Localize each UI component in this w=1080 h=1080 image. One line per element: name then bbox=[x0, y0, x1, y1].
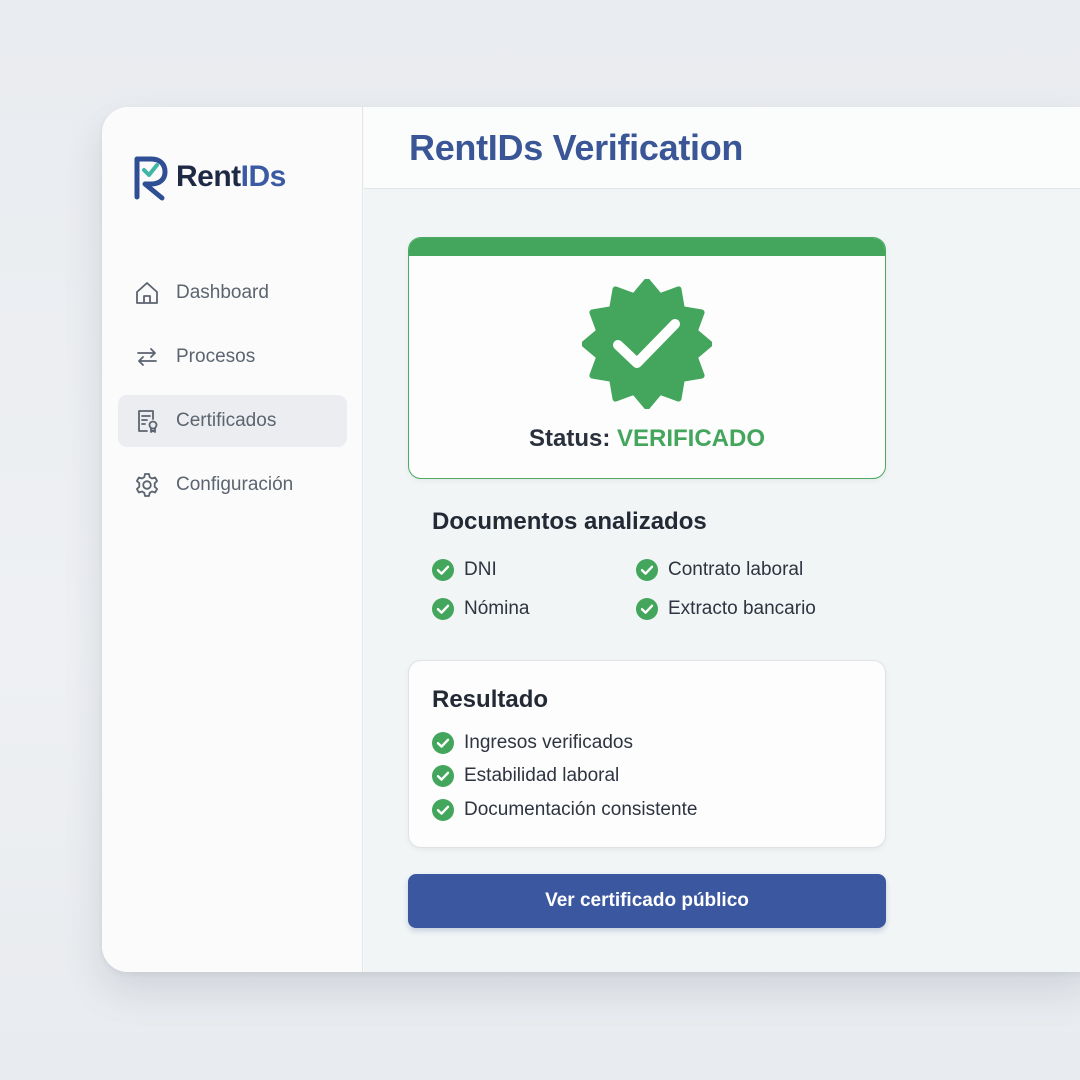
result-item-label: Ingresos verificados bbox=[464, 732, 633, 753]
sidebar-nav: Dashboard Procesos Certificados Configur… bbox=[118, 267, 347, 523]
status-card: Status: VERIFICADO bbox=[408, 237, 886, 479]
status-value: VERIFICADO bbox=[617, 425, 766, 452]
status-line: Status: VERIFICADO bbox=[409, 425, 885, 453]
check-circle-icon bbox=[432, 799, 454, 821]
result-item-label: Documentación consistente bbox=[464, 799, 698, 820]
result-title: Resultado bbox=[432, 686, 549, 713]
document-item-nomina: Nómina bbox=[432, 598, 529, 620]
sidebar-item-configuracion[interactable]: Configuración bbox=[118, 459, 347, 511]
certificate-icon bbox=[133, 407, 161, 435]
main-content: RentIDs Verification Status: VERIFICADO … bbox=[364, 107, 1080, 972]
home-icon bbox=[133, 279, 161, 307]
sidebar-item-label: Dashboard bbox=[176, 282, 269, 303]
brand-logo[interactable]: RentIDs bbox=[132, 153, 286, 201]
sidebar-item-procesos[interactable]: Procesos bbox=[118, 331, 347, 383]
result-item-documentacion: Documentación consistente bbox=[432, 799, 697, 821]
status-card-band bbox=[409, 238, 885, 256]
documents-title: Documentos analizados bbox=[432, 508, 707, 535]
sidebar-item-certificados[interactable]: Certificados bbox=[118, 395, 347, 447]
check-circle-icon bbox=[432, 732, 454, 754]
sidebar-item-label: Configuración bbox=[176, 474, 294, 495]
sidebar-item-label: Certificados bbox=[176, 410, 277, 431]
result-item-ingresos: Ingresos verificados bbox=[432, 732, 633, 754]
check-circle-icon bbox=[432, 765, 454, 787]
document-item-dni: DNI bbox=[432, 559, 497, 581]
document-item-label: DNI bbox=[464, 559, 497, 580]
document-item-extracto: Extracto bancario bbox=[636, 598, 816, 620]
sidebar-item-dashboard[interactable]: Dashboard bbox=[118, 267, 347, 319]
status-label: Status: bbox=[528, 425, 611, 452]
check-circle-icon bbox=[636, 559, 658, 581]
topbar: RentIDs Verification bbox=[364, 107, 1080, 189]
gear-icon bbox=[133, 471, 161, 499]
check-circle-icon bbox=[636, 598, 658, 620]
result-card: Resultado Ingresos verificados Estabilid… bbox=[408, 660, 886, 848]
result-item-label: Estabilidad laboral bbox=[464, 765, 620, 786]
document-item-label: Extracto bancario bbox=[668, 598, 816, 619]
page-title: RentIDs Verification bbox=[409, 127, 744, 168]
document-item-label: Nómina bbox=[464, 598, 530, 619]
sidebar-item-label: Procesos bbox=[176, 346, 256, 367]
view-public-certificate-button[interactable]: Ver certificado público bbox=[408, 874, 886, 928]
check-circle-icon bbox=[432, 598, 454, 620]
rentids-logo-icon bbox=[134, 156, 168, 201]
app-window: RentIDs Dashboard Procesos Certificados … bbox=[102, 107, 1080, 972]
check-circle-icon bbox=[432, 559, 454, 581]
swap-arrows-icon bbox=[133, 343, 161, 371]
result-item-estabilidad: Estabilidad laboral bbox=[432, 765, 619, 787]
document-item-contrato: Contrato laboral bbox=[636, 559, 803, 581]
verified-badge-icon bbox=[582, 279, 712, 409]
brand-name: RentIDs bbox=[176, 160, 286, 193]
sidebar: RentIDs Dashboard Procesos Certificados … bbox=[102, 107, 363, 972]
document-item-label: Contrato laboral bbox=[668, 559, 804, 580]
